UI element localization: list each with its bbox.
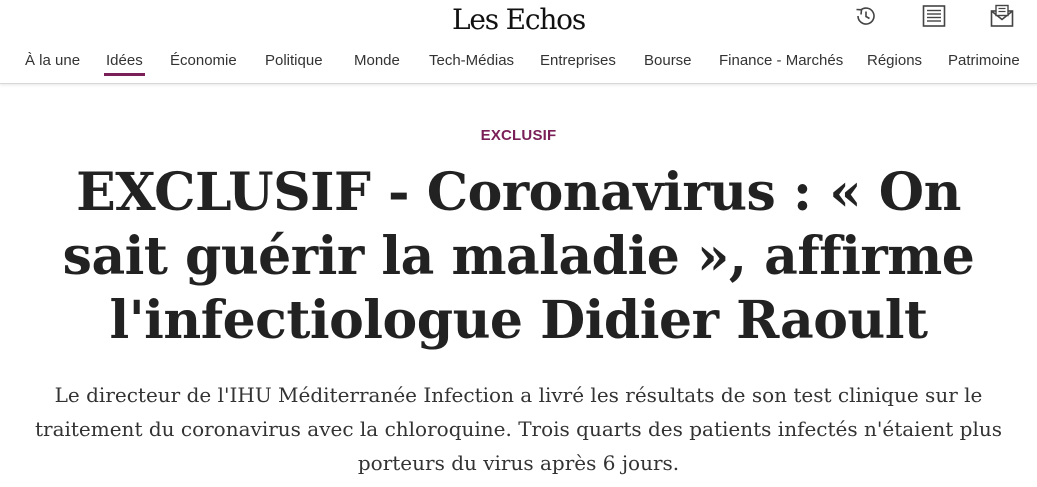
history-icon[interactable] bbox=[851, 2, 881, 30]
nav-item-bourse[interactable]: Bourse bbox=[644, 50, 692, 72]
nav-item-monde[interactable]: Monde bbox=[354, 50, 400, 72]
article-kicker[interactable]: EXCLUSIF bbox=[0, 127, 1037, 144]
nav-item-regions[interactable]: Régions bbox=[867, 50, 922, 72]
nav-item-a-la-une[interactable]: À la une bbox=[25, 50, 80, 72]
article-area: EXCLUSIF EXCLUSIF - Coronavirus : « On s… bbox=[0, 84, 1037, 487]
nav-item-tech-medias[interactable]: Tech-Médias bbox=[429, 50, 514, 72]
nav-item-finance-marches[interactable]: Finance - Marchés bbox=[719, 50, 843, 72]
article-standfirst: Le directeur de l'IHU Méditerranée Infec… bbox=[34, 383, 1003, 475]
nav-item-politique[interactable]: Politique bbox=[265, 50, 323, 72]
nav-item-economie[interactable]: Économie bbox=[170, 50, 237, 72]
newspaper-icon[interactable] bbox=[919, 2, 949, 30]
newsletter-icon[interactable] bbox=[987, 2, 1017, 30]
nav-item-entreprises[interactable]: Entreprises bbox=[540, 50, 616, 72]
article-headline: EXCLUSIF - Coronavirus : « On sait guéri… bbox=[62, 162, 975, 351]
main-nav: À la une Idées Économie Politique Monde … bbox=[0, 50, 1037, 78]
site-header: Les Echos À la une Idées Économie Politi… bbox=[0, 0, 1037, 84]
header-icons bbox=[851, 2, 1017, 30]
nav-item-idees[interactable]: Idées bbox=[104, 50, 145, 76]
nav-item-patrimoine[interactable]: Patrimoine bbox=[948, 50, 1020, 72]
